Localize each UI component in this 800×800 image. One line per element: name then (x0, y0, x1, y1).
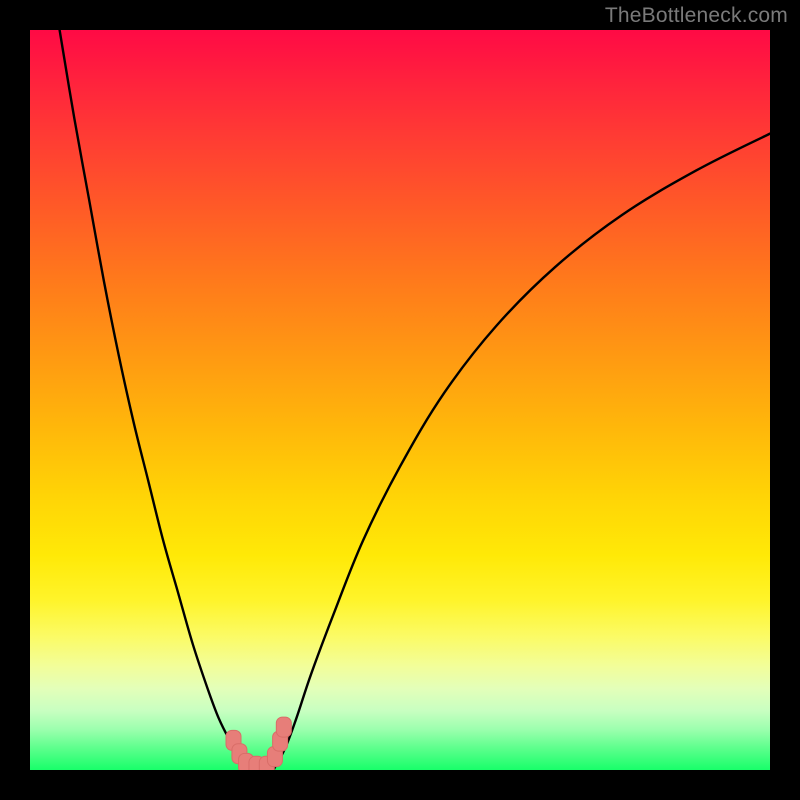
valley-marker-7 (276, 717, 291, 737)
plot-area (30, 30, 770, 770)
curve-left-branch (60, 30, 249, 769)
curve-right-branch (274, 134, 770, 769)
watermark-text: TheBottleneck.com (605, 4, 788, 28)
bottleneck-curve (30, 30, 770, 770)
outer-frame: TheBottleneck.com (0, 0, 800, 800)
